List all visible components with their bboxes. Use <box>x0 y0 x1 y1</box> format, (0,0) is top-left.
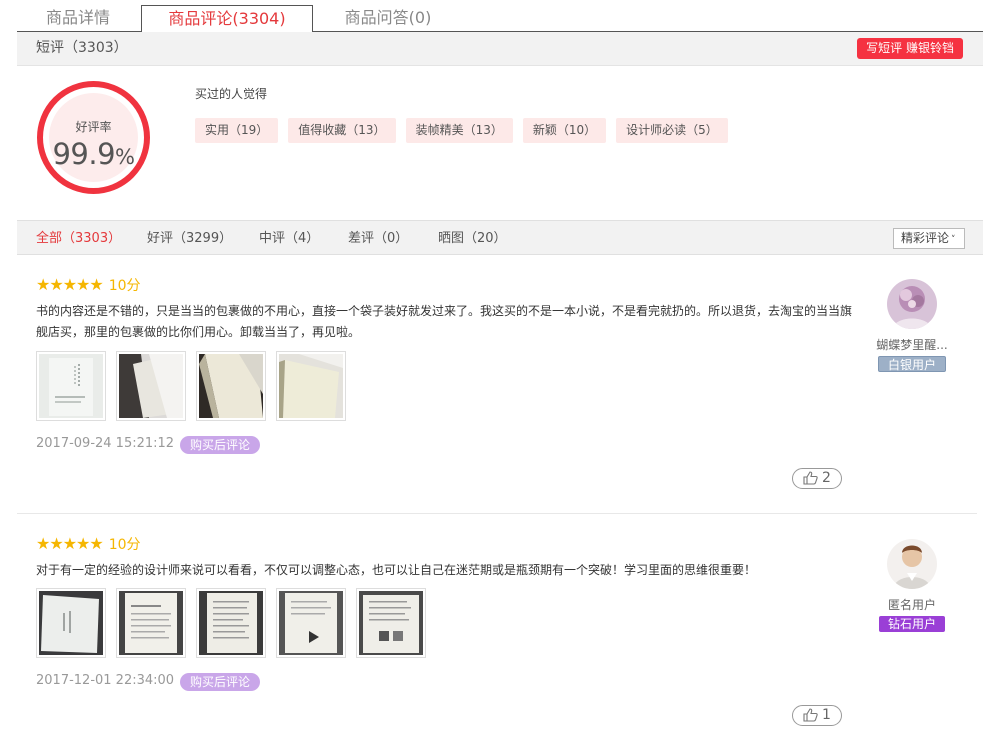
positive-rate-number: 99.9 <box>52 137 116 171</box>
star-icon: ★ <box>89 275 104 294</box>
review-image-thumb[interactable] <box>36 351 106 421</box>
filter-positive[interactable]: 好评（3299） <box>147 221 232 256</box>
write-short-review-button[interactable]: 写短评 赚银铃铛 <box>857 38 963 59</box>
review-user: 蝴蝶梦里醒... 白银用户 <box>847 279 977 373</box>
star-icon: ★ <box>76 275 91 294</box>
positive-rate-label: 好评率 <box>75 120 112 134</box>
like-button[interactable]: 2 <box>792 468 842 489</box>
review-filter-bar: 全部（3303） 好评（3299） 中评（4） 差评（0） 晒图（20） 精彩评… <box>17 220 983 255</box>
buyers-think-label: 买过的人觉得 <box>195 87 268 101</box>
filter-negative[interactable]: 差评（0） <box>348 221 408 256</box>
user-name[interactable]: 蝴蝶梦里醒... <box>847 336 977 353</box>
user-level-badge: 白银用户 <box>877 356 946 372</box>
review-item: ★ ★ ★ ★ ★ 10分 书的内容还是不错的，只是当当的包裹做的不用心，直接一… <box>17 256 977 514</box>
positive-rate-circle: 好评率 99.9% <box>37 81 150 194</box>
review-images <box>36 588 426 658</box>
star-icon: ★ <box>36 534 51 553</box>
review-image-thumb[interactable] <box>356 588 426 658</box>
star-icon: ★ <box>62 275 78 294</box>
impression-tags: 实用（19） 值得收藏（13） 装帧精美（13） 新颖（10） 设计师必读（5） <box>195 118 728 143</box>
short-review-title: 短评（3303） <box>36 40 128 56</box>
user-level-badge: 钻石用户 <box>878 616 945 632</box>
review-item: ★ ★ ★ ★ ★ 10分 对于有一定的经验的设计师来说可以看看，不仅可以调整心… <box>17 515 977 742</box>
review-image-thumb[interactable] <box>116 351 186 421</box>
review-image-thumb[interactable] <box>196 351 266 421</box>
positive-rate-unit: % <box>115 145 135 169</box>
review-image-thumb[interactable] <box>276 588 346 658</box>
thumbs-up-icon <box>803 471 818 485</box>
avatar[interactable] <box>887 279 937 329</box>
review-date: 2017-12-01 22:34:00 <box>36 673 175 688</box>
like-button[interactable]: 1 <box>792 705 842 726</box>
user-name[interactable]: 匿名用户 <box>847 596 977 613</box>
star-icon: ★ <box>76 534 91 553</box>
filter-with-photos[interactable]: 晒图（20） <box>438 221 507 256</box>
review-score: 10分 <box>108 278 141 294</box>
review-image-thumb[interactable] <box>36 588 106 658</box>
tab-product-details[interactable]: 商品详情 <box>17 5 139 32</box>
star-icon: ★ <box>49 534 64 553</box>
avatar[interactable] <box>887 539 937 589</box>
review-image-thumb[interactable] <box>276 351 346 421</box>
review-images <box>36 351 346 421</box>
purchase-review-badge: 购买后评论 <box>180 436 261 454</box>
filter-all[interactable]: 全部（3303） <box>36 221 121 256</box>
review-stars: ★ ★ ★ ★ ★ 10分 <box>36 275 141 295</box>
review-content: 对于有一定的经验的设计师来说可以看看，不仅可以调整心态，也可以让自己在迷茫期或是… <box>36 563 757 577</box>
filter-neutral[interactable]: 中评（4） <box>259 221 319 256</box>
star-icon: ★ <box>36 275 51 294</box>
tab-product-reviews[interactable]: 商品评论(3304) <box>141 5 313 33</box>
tag-collectible[interactable]: 值得收藏（13） <box>288 118 396 143</box>
sort-select[interactable]: 精彩评论 ˅ <box>893 228 965 249</box>
tag-designer-must-read[interactable]: 设计师必读（5） <box>616 118 728 143</box>
short-review-bar: 短评（3303） 写短评 赚银铃铛 <box>17 32 983 66</box>
positive-rate-inner: 好评率 99.9% <box>49 93 138 182</box>
like-count: 1 <box>822 707 831 723</box>
tag-binding[interactable]: 装帧精美（13） <box>405 118 513 143</box>
star-icon: ★ <box>89 534 104 553</box>
thumbs-up-icon <box>803 708 818 722</box>
like-count: 2 <box>822 470 831 486</box>
review-image-thumb[interactable] <box>116 588 186 658</box>
review-image-thumb[interactable] <box>196 588 266 658</box>
tag-practical[interactable]: 实用（19） <box>195 118 279 143</box>
review-stars: ★ ★ ★ ★ ★ 10分 <box>36 534 141 554</box>
review-content: 书的内容还是不错的，只是当当的包裹做的不用心，直接一个袋子装好就发过来了。我这买… <box>36 304 853 339</box>
tab-product-qa[interactable]: 商品问答(0) <box>313 5 463 32</box>
chevron-down-icon: ˅ <box>951 235 956 245</box>
star-icon: ★ <box>49 275 64 294</box>
review-score: 10分 <box>108 537 141 553</box>
review-date: 2017-09-24 15:21:12 <box>36 436 175 451</box>
sort-select-value: 精彩评论 <box>901 231 950 245</box>
star-icon: ★ <box>62 534 78 553</box>
review-user: 匿名用户 钻石用户 <box>847 539 977 632</box>
purchase-review-badge: 购买后评论 <box>180 673 261 691</box>
tag-novel[interactable]: 新颖（10） <box>522 118 607 143</box>
positive-rate-value: 99.9% <box>41 137 146 171</box>
review-tabs: 商品详情 商品评论(3304) 商品问答(0) <box>17 5 983 33</box>
